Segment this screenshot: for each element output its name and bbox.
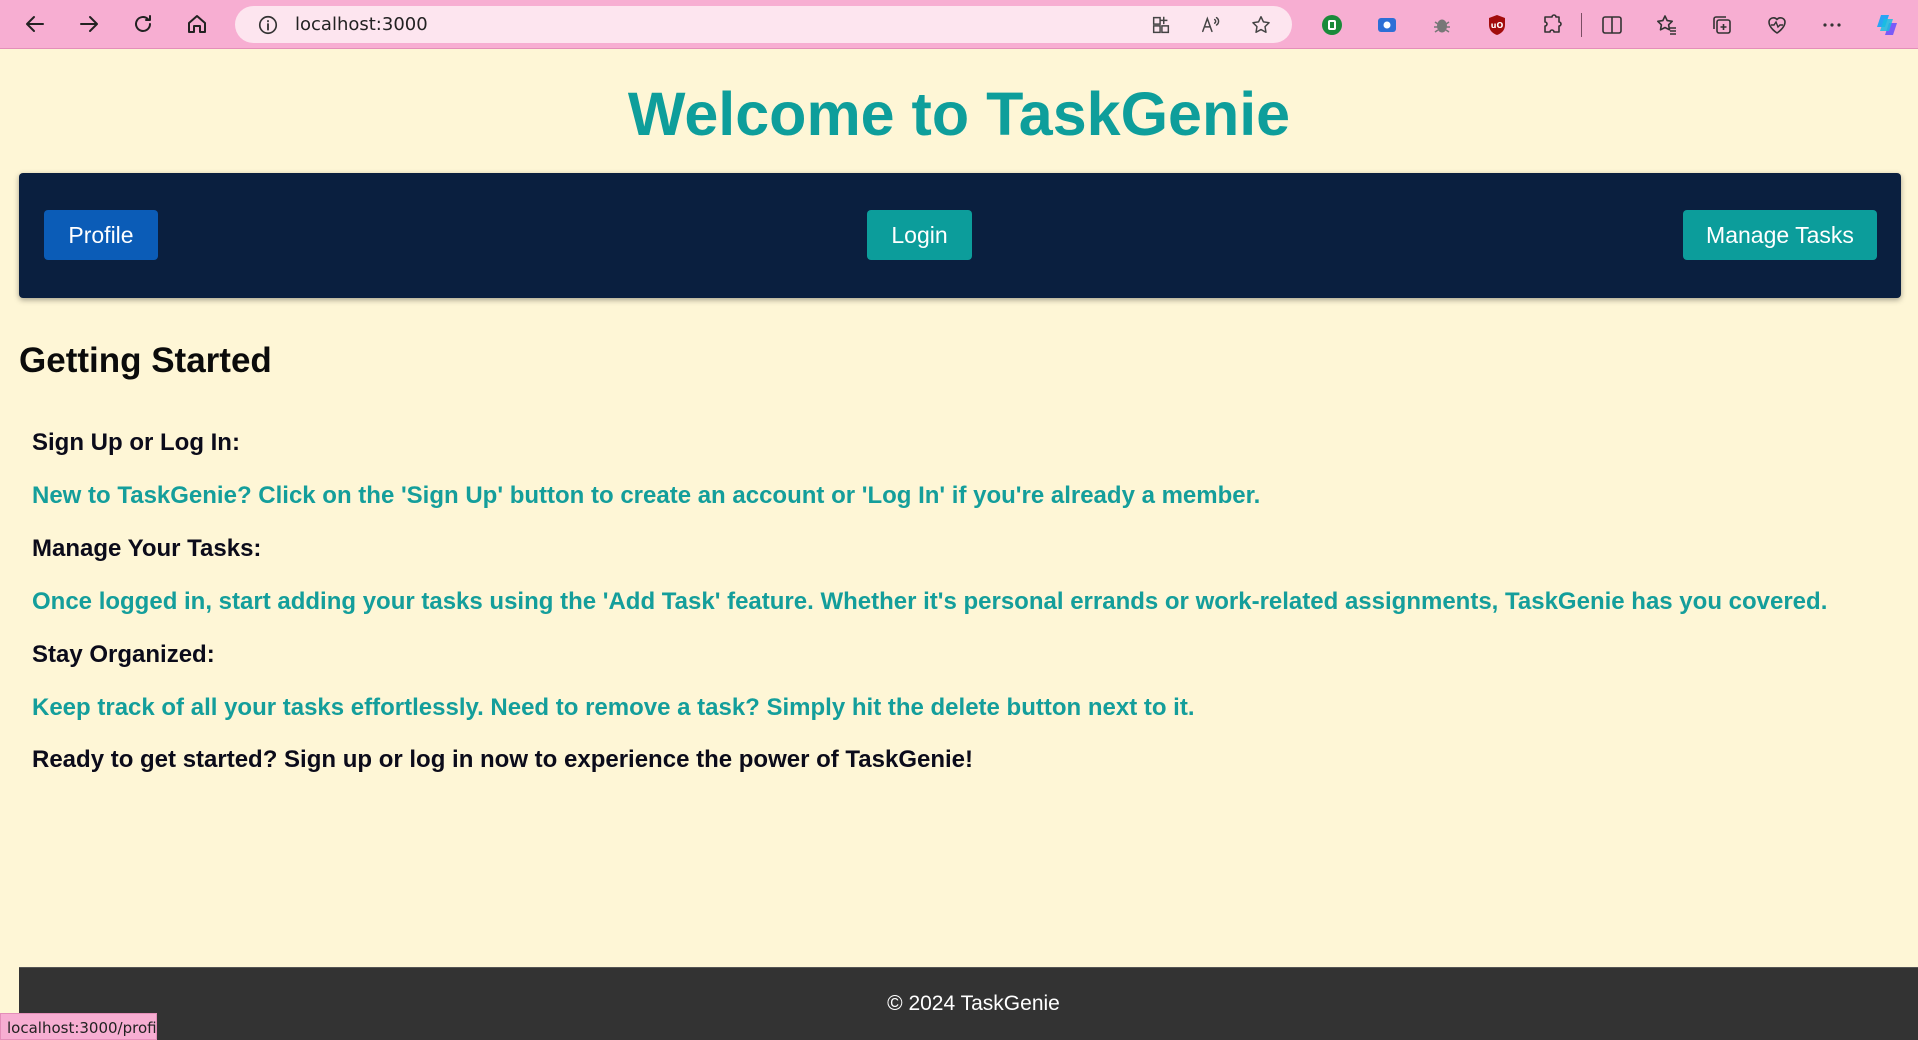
- ublock-icon: uO: [1489, 14, 1505, 35]
- performance-button[interactable]: [1757, 6, 1797, 43]
- forward-button[interactable]: [71, 6, 107, 42]
- address-bar[interactable]: localhost:3000: [235, 6, 1292, 43]
- split-screen-button[interactable]: [1592, 6, 1632, 43]
- navbar: Profile Login Manage Tasks: [19, 173, 1901, 298]
- svg-text:uO: uO: [1491, 21, 1504, 30]
- call-to-action: Ready to get started? Sign up or log in …: [32, 746, 974, 773]
- ublock-button[interactable]: uO: [1477, 6, 1517, 43]
- page-title: Welcome to TaskGenie: [627, 80, 1291, 148]
- refresh-icon: [135, 15, 151, 32]
- screen-extension-button[interactable]: [1367, 6, 1407, 43]
- read-aloud-icon: [1202, 16, 1220, 33]
- profile-button[interactable]: Profile: [44, 210, 158, 260]
- split-screen-icon: [1602, 15, 1622, 34]
- collections-button[interactable]: [1702, 6, 1742, 43]
- copilot-button[interactable]: [1867, 6, 1907, 43]
- step-text-signup: New to TaskGenie? Click on the 'Sign Up'…: [32, 482, 1261, 509]
- favorites-button[interactable]: [1647, 6, 1687, 43]
- favorites-icon: [1657, 14, 1676, 35]
- copilot-icon: [1877, 14, 1897, 35]
- read-aloud-button[interactable]: [1198, 12, 1224, 38]
- url-text[interactable]: localhost:3000: [295, 14, 428, 35]
- back-button[interactable]: [17, 6, 53, 42]
- footer: © 2024 TaskGenie: [19, 967, 1918, 1040]
- status-bar-url: localhost:3000/profile: [0, 1013, 157, 1040]
- browser-toolbar: localhost:3000 uO: [0, 0, 1918, 49]
- footer-copyright: © 2024 TaskGenie: [887, 992, 1060, 1015]
- step-heading-organized: Stay Organized:: [32, 641, 215, 668]
- home-button[interactable]: [179, 6, 215, 42]
- forward-icon: [80, 16, 98, 32]
- manage-tasks-button[interactable]: Manage Tasks: [1683, 210, 1877, 260]
- more-icon: [1823, 22, 1841, 27]
- collections-icon: [1713, 15, 1731, 34]
- puzzle-extensions-icon: [1544, 13, 1562, 33]
- app-grid-icon: [1152, 16, 1170, 34]
- home-icon: [188, 15, 206, 33]
- page: Welcome to TaskGenie Profile Login Manag…: [0, 49, 1918, 1040]
- screen-extension-icon: [1378, 17, 1396, 32]
- getting-started-heading: Getting Started: [19, 341, 272, 380]
- puzzle-extensions-button[interactable]: [1532, 6, 1572, 43]
- extensions-toolbar: uO: [1312, 6, 1918, 43]
- green-extension-icon: [1322, 14, 1342, 35]
- toolbar-separator: [1581, 12, 1582, 37]
- app-grid-button[interactable]: [1148, 12, 1174, 38]
- step-heading-signup: Sign Up or Log In:: [32, 429, 240, 456]
- login-button[interactable]: Login: [867, 210, 972, 260]
- favorite-star-icon: [1252, 16, 1270, 33]
- step-text-organized: Keep track of all your tasks effortlessl…: [32, 694, 1195, 721]
- step-heading-manage: Manage Your Tasks:: [32, 535, 262, 562]
- back-icon: [26, 16, 44, 32]
- performance-heart-icon: [1768, 16, 1786, 34]
- info-icon[interactable]: [257, 14, 279, 36]
- step-text-manage: Once logged in, start adding your tasks …: [32, 588, 1828, 615]
- refresh-button[interactable]: [125, 6, 161, 42]
- favorite-button[interactable]: [1248, 12, 1274, 38]
- green-extension-button[interactable]: [1312, 6, 1352, 43]
- more-button[interactable]: [1812, 6, 1852, 43]
- bug-extension-icon: [1434, 19, 1450, 33]
- bug-extension-button[interactable]: [1422, 6, 1462, 43]
